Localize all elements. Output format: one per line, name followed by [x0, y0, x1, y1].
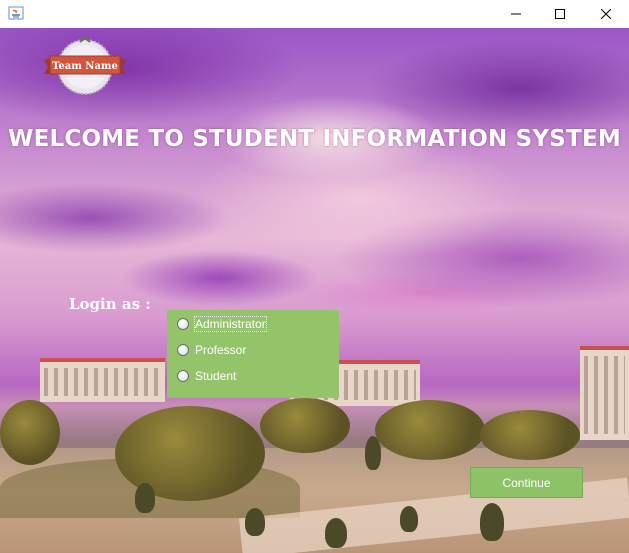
shrub: [135, 483, 155, 513]
building: [580, 346, 629, 440]
java-app-icon: [8, 5, 24, 21]
role-radio-group: Administrator Professor Student: [167, 310, 339, 398]
continue-button[interactable]: Continue: [470, 467, 583, 498]
logo-text: Team Name: [52, 61, 118, 72]
shrub: [325, 518, 347, 548]
tree: [480, 410, 580, 460]
team-logo: Team Name: [40, 34, 130, 96]
shrub: [365, 436, 381, 470]
page-title: WELCOME TO STUDENT INFORMATION SYSTEM: [8, 126, 621, 152]
radio-label-administrator: Administrator: [194, 316, 267, 332]
shrub: [400, 506, 418, 532]
maximize-button[interactable]: [537, 0, 583, 28]
tree: [375, 400, 485, 460]
radio-button[interactable]: [177, 318, 189, 330]
close-button[interactable]: [583, 0, 629, 28]
close-icon: [601, 9, 611, 19]
shrub: [245, 508, 265, 536]
background-panel: Team Name WELCOME TO STUDENT INFORMATION…: [0, 28, 629, 553]
minimize-icon: [511, 13, 521, 15]
radio-button[interactable]: [177, 370, 189, 382]
tree: [0, 400, 60, 465]
minimize-button[interactable]: [493, 0, 539, 28]
maximize-icon: [555, 9, 565, 19]
login-as-label: Login as :: [69, 295, 151, 313]
radio-professor[interactable]: Professor: [177, 340, 246, 360]
radio-administrator[interactable]: Administrator: [177, 314, 267, 334]
title-bar[interactable]: [0, 0, 629, 28]
shrub: [480, 503, 504, 541]
radio-label-student: Student: [195, 369, 237, 383]
tree: [260, 398, 350, 453]
radio-button[interactable]: [177, 344, 189, 356]
building: [40, 358, 165, 402]
radio-label-professor: Professor: [195, 343, 247, 357]
radio-student[interactable]: Student: [177, 366, 236, 386]
